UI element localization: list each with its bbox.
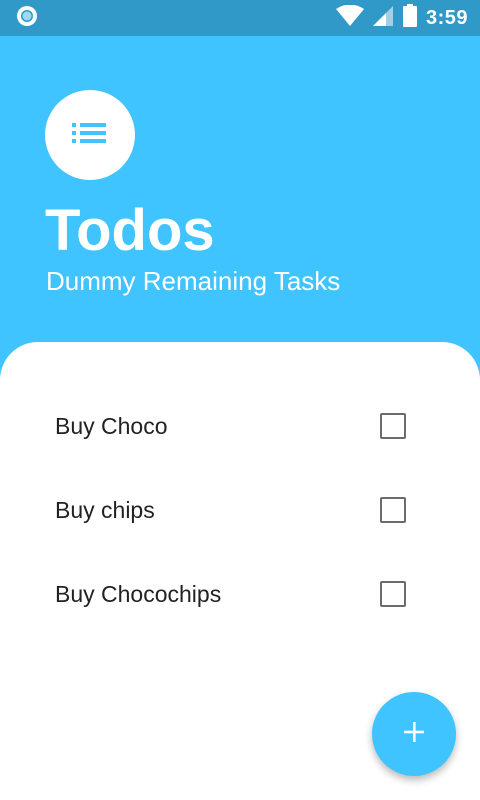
wifi-icon — [335, 4, 364, 32]
task-item[interactable]: Buy Chocochips — [0, 552, 480, 636]
task-list: Buy Choco Buy chips Buy Chocochips — [0, 342, 480, 636]
status-right: 3:59 — [335, 3, 468, 33]
app-icon-circle — [45, 90, 135, 180]
task-checkbox[interactable] — [380, 581, 406, 607]
add-task-button[interactable] — [372, 692, 456, 776]
status-left — [16, 5, 38, 32]
task-checkbox[interactable] — [380, 413, 406, 439]
page-subtitle: Dummy Remaining Tasks — [46, 266, 341, 296]
header: Todos Dummy Remaining Tasks — [0, 36, 480, 342]
app-notification-icon — [16, 5, 38, 32]
page-title: Todos — [45, 198, 215, 263]
list-icon — [72, 121, 108, 150]
status-bar: 3:59 — [0, 0, 480, 36]
status-time: 3:59 — [425, 6, 468, 29]
task-label: Buy chips — [55, 496, 155, 523]
task-item[interactable]: Buy chips — [0, 468, 480, 552]
add-icon — [402, 720, 426, 749]
cell-signal-icon — [372, 5, 394, 32]
battery-icon — [402, 3, 418, 33]
task-label: Buy Chocochips — [55, 580, 222, 607]
task-checkbox[interactable] — [380, 497, 406, 523]
task-label: Buy Choco — [55, 412, 168, 439]
task-item[interactable]: Buy Choco — [0, 384, 480, 468]
